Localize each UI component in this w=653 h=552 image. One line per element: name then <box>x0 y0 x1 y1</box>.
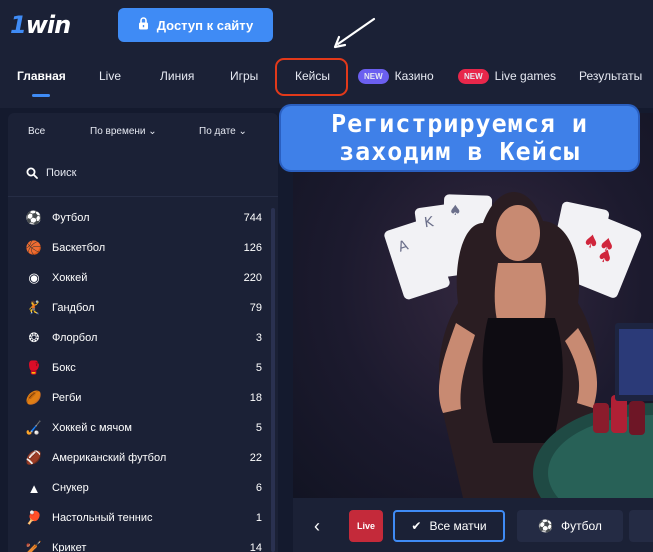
rugby-ball-icon: 🏉 <box>25 390 43 405</box>
basketball-icon: 🏀 <box>25 240 43 255</box>
promo-caption: Регистрируемся и заходим в Кейсы <box>281 106 638 170</box>
caption-line-2: заходим в Кейсы <box>339 137 580 166</box>
next-sport-button[interactable] <box>629 510 653 542</box>
football-button[interactable]: ⚽ Футбол <box>517 510 623 542</box>
site-access-label: Доступ к сайту <box>156 17 254 33</box>
sidebar-item-football[interactable]: ⚽ Футбол 744 <box>8 203 270 233</box>
soccer-ball-icon: ⚽ <box>25 210 43 225</box>
sport-filter-strip: ‹ Live ✔ Все матчи ⚽ Футбол <box>293 498 653 552</box>
handball-icon: 🤾 <box>25 300 43 315</box>
filter-by-date[interactable]: По дате ⌄ <box>199 126 247 137</box>
lock-icon <box>138 17 149 33</box>
filter-all[interactable]: Все <box>28 126 45 137</box>
sidebar-item-snooker[interactable]: ▲ Снукер 6 <box>8 473 270 503</box>
chevron-down-icon: ⌄ <box>238 126 247 137</box>
sidebar-item-handball[interactable]: 🤾 Гандбол 79 <box>8 293 270 323</box>
nav-active-indicator <box>32 94 50 97</box>
laptop-screen <box>615 323 653 401</box>
sidebar-search[interactable]: Поиск <box>26 167 76 179</box>
sidebar-item-bandy[interactable]: 🏑 Хоккей с мячом 5 <box>8 413 270 443</box>
all-matches-button[interactable]: ✔ Все матчи <box>393 510 505 542</box>
site-access-button[interactable]: Доступ к сайту <box>118 8 273 42</box>
snooker-icon: ▲ <box>27 480 41 496</box>
search-icon <box>26 167 38 179</box>
new-badge: NEW <box>358 69 389 84</box>
chevron-down-icon: ⌄ <box>148 126 157 137</box>
nav-games[interactable]: Игры <box>230 69 258 83</box>
soccer-ball-icon: ⚽ <box>538 519 554 533</box>
top-header: 1win Доступ к сайту <box>0 0 653 52</box>
svg-text:♠: ♠ <box>449 203 462 219</box>
sports-sidebar: Все По времени ⌄ По дате ⌄ Поиск ⚽ Футбол… <box>8 113 278 552</box>
chevron-left-icon[interactable]: ‹ <box>307 510 327 542</box>
search-label: Поиск <box>46 167 77 179</box>
banner-illustration: A K ♠ ♠♠ ♠ <box>384 191 653 498</box>
sidebar-item-floorball[interactable]: ❂ Флорбол 3 <box>8 323 270 353</box>
sidebar-scrollbar[interactable] <box>271 208 275 552</box>
sidebar-item-hockey[interactable]: ◉ Хоккей 220 <box>8 263 270 293</box>
annotation-arrow <box>333 17 376 49</box>
nav-results[interactable]: Результаты <box>579 69 642 83</box>
nav-live-games[interactable]: NEW Live games <box>458 69 556 84</box>
sidebar-item-table-tennis[interactable]: 🏓 Настольный теннис 1 <box>8 503 270 533</box>
bandy-stick-icon: 🏑 <box>25 420 43 435</box>
sidebar-item-rugby[interactable]: 🏉 Регби 18 <box>8 383 270 413</box>
divider <box>8 196 278 197</box>
filter-by-time[interactable]: По времени ⌄ <box>90 126 157 137</box>
logo-1win[interactable]: 1win <box>10 11 71 39</box>
nav-line[interactable]: Линия <box>160 69 194 83</box>
sidebar-item-cricket[interactable]: 🏏 Крикет 14 <box>8 533 270 552</box>
caption-line-1: Регистрируемся и <box>331 109 588 138</box>
sidebar-item-basketball[interactable]: 🏀 Баскетбол 126 <box>8 233 270 263</box>
sidebar-item-boxing[interactable]: 🥊 Бокс 5 <box>8 353 270 383</box>
hockey-puck-icon: ◉ <box>28 270 40 285</box>
nav-casino[interactable]: NEW Казино <box>358 69 434 84</box>
new-badge: NEW <box>458 69 489 84</box>
cricket-icon: 🏏 <box>25 540 43 552</box>
nav-live[interactable]: Live <box>99 69 121 83</box>
boxing-glove-icon: 🥊 <box>25 360 43 375</box>
sidebar-item-american-football[interactable]: 🏈 Американский футбол 22 <box>8 443 270 473</box>
floorball-icon: ❂ <box>28 330 40 345</box>
check-icon: ✔ <box>411 519 422 533</box>
sports-list: ⚽ Футбол 744 🏀 Баскетбол 126 ◉ Хоккей 220 🤾 Ган… <box>8 203 270 552</box>
nav-home[interactable]: Главная <box>17 69 66 83</box>
promo-banner[interactable]: A K ♠ ♠♠ ♠ <box>293 113 653 498</box>
american-football-icon: 🏈 <box>25 450 43 465</box>
table-tennis-icon: 🏓 <box>25 510 43 525</box>
live-button[interactable]: Live <box>349 510 383 542</box>
nav-cases[interactable]: Кейсы <box>295 69 330 83</box>
main-nav: Главная Live Линия Игры Кейсы NEW Казино … <box>0 52 653 108</box>
